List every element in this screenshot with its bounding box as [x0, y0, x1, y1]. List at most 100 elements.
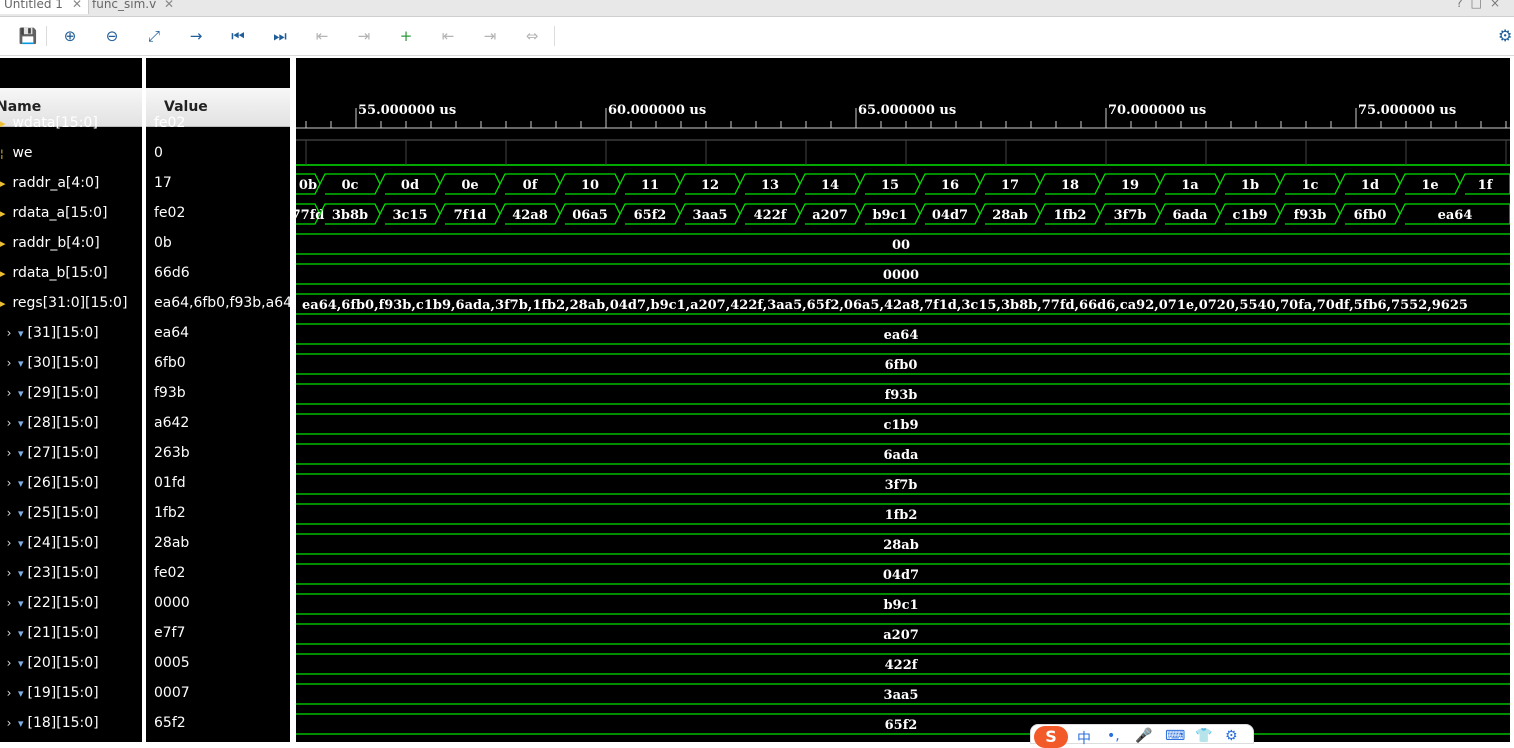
expand-chevron-icon[interactable]: › [0, 348, 18, 378]
bus-icon: ▾ [18, 657, 24, 670]
bus-signal-icon: ▸ [0, 237, 6, 250]
signal-name-row[interactable]: › ▾ [26][15:0] [0, 468, 99, 498]
bus-icon: ▾ [18, 717, 24, 730]
signal-value: 0 [154, 145, 163, 161]
signal-value: fe02 [154, 565, 186, 581]
expand-chevron-icon[interactable]: › [0, 498, 18, 528]
bus-value-label: 0e [461, 178, 478, 193]
close-icon[interactable]: ✕ [164, 0, 174, 14]
bus-icon: ▾ [18, 597, 24, 610]
bus-value-label: b9c1 [872, 208, 907, 223]
expand-chevron-icon[interactable]: › [0, 618, 18, 648]
cursor-icon[interactable]: → [186, 26, 206, 46]
signal-value: 66d6 [154, 265, 190, 281]
expand-chevron-icon[interactable]: › [0, 648, 18, 678]
expand-chevron-icon[interactable]: › [0, 438, 18, 468]
last-icon[interactable]: ⏭ [270, 26, 290, 46]
waveform-pane[interactable]: 55.000000 us 60.000000 us 65.000000 us 70.0… [296, 58, 1510, 742]
bus-value-label: 7f1d [454, 208, 487, 223]
bus-value-label: 6fb0 [1354, 208, 1387, 223]
bus-value-label: 422f [754, 208, 788, 223]
signal-name-row[interactable]: ▸ rdata_a[15:0] [0, 198, 107, 228]
prev-marker-icon[interactable]: ⇤ [438, 26, 458, 46]
signal-name-row[interactable]: › ▾ [21][15:0] [0, 618, 99, 648]
expand-chevron-icon[interactable]: › [0, 558, 18, 588]
bus-icon: ▾ [18, 357, 24, 370]
signal-name-row[interactable]: › ▾ [20][15:0] [0, 648, 99, 678]
signal-name-row[interactable]: › ▾ [25][15:0] [0, 498, 99, 528]
bus-value-label: 14 [821, 178, 839, 193]
signal-name-row[interactable]: › ▾ [30][15:0] [0, 348, 99, 378]
zoom-fit-icon[interactable]: ⤢ [144, 26, 164, 46]
expand-chevron-icon[interactable]: › [0, 588, 18, 618]
signal-name-row[interactable]: › ▾ [31][15:0] [0, 318, 99, 348]
expand-chevron-icon[interactable]: › [0, 678, 18, 708]
bus-icon: ▾ [18, 477, 24, 490]
signal-name-row[interactable]: › ▾ [18][15:0] [0, 708, 99, 738]
signal-name-row[interactable]: ▸ raddr_b[4:0] [0, 228, 100, 258]
signal-value: e7f7 [154, 625, 186, 641]
signal-name-row[interactable]: ▸ regs[31:0][15:0] [0, 288, 127, 318]
bus-value-label: 12 [701, 178, 719, 193]
signal-name-row[interactable]: › ▾ [22][15:0] [0, 588, 99, 618]
expand-chevron-icon[interactable]: › [0, 378, 18, 408]
ime-chinese-mode[interactable]: 中 [1077, 728, 1091, 748]
bus-value-label: 3b8b [332, 208, 368, 223]
save-icon[interactable]: 💾 [18, 26, 38, 46]
ruler-tick-label: 75.000000 us [1358, 103, 1456, 118]
close-window-icon[interactable]: × [1490, 0, 1508, 10]
scrollbar-track[interactable] [1510, 58, 1514, 742]
next-marker-icon[interactable]: ⇥ [480, 26, 500, 46]
signal-name-row[interactable]: › ▾ [28][15:0] [0, 408, 99, 438]
ruler-tick-label: 70.000000 us [1108, 103, 1206, 118]
expand-chevron-icon[interactable]: › [0, 318, 18, 348]
bus-value-label: ea64 [884, 328, 919, 343]
first-icon[interactable]: ⏮ [228, 26, 248, 46]
bus-value-label: 00 [892, 238, 910, 253]
signal-value: ea64 [154, 325, 190, 341]
signal-name-row[interactable]: › ▾ [24][15:0] [0, 528, 99, 558]
signal-name: [24][15:0] [27, 535, 99, 551]
signal-name-row[interactable]: ¦ we [0, 138, 33, 168]
expand-chevron-icon[interactable]: › [0, 708, 18, 738]
signal-name-row[interactable]: ▸ wdata[15:0] [0, 108, 98, 138]
bus-value-label: 1a [1181, 178, 1199, 193]
waveform-canvas[interactable]: 55.000000 us 60.000000 us 65.000000 us 70.0… [296, 58, 1510, 742]
bus-value-label: 1b [1241, 178, 1259, 193]
signal-name: we [12, 145, 33, 161]
signal-name: [20][15:0] [27, 655, 99, 671]
zoom-out-icon[interactable]: ⊖ [102, 26, 122, 46]
help-icon[interactable]: ? [1456, 0, 1470, 10]
ime-logo[interactable]: S [1034, 726, 1068, 748]
signal-name-row[interactable]: › ▾ [23][15:0] [0, 558, 99, 588]
close-icon[interactable]: ✕ [72, 0, 82, 14]
signal-name-row[interactable]: ▸ raddr_a[4:0] [0, 168, 99, 198]
signal-name-row[interactable]: › ▾ [29][15:0] [0, 378, 99, 408]
restore-icon[interactable]: □ [1471, 0, 1490, 10]
bus-value-label: 3aa5 [884, 688, 919, 703]
expand-chevron-icon[interactable]: › [0, 468, 18, 498]
tab-label: func_sim.v [92, 0, 157, 11]
next-transition-icon[interactable]: ⇥ [354, 26, 374, 46]
expand-chevron-icon[interactable]: › [0, 408, 18, 438]
swap-cursors-icon[interactable]: ⇔ [522, 26, 542, 46]
bus-value-label: 422f [885, 658, 919, 673]
add-marker-icon[interactable]: + [396, 26, 416, 46]
signal-name-row[interactable]: ▸ rdata_b[15:0] [0, 258, 108, 288]
signal-name: [28][15:0] [27, 415, 99, 431]
prev-transition-icon[interactable]: ⇤ [312, 26, 332, 46]
gear-icon[interactable]: ⚙ [1498, 26, 1514, 46]
bus-value-label: 65f2 [885, 718, 918, 733]
signal-name-row[interactable]: › ▾ [19][15:0] [0, 678, 99, 708]
ime-toolbar: S 中 •, 🎤 ⌨ 👕 ⚙ [1030, 724, 1254, 748]
regs-array-value: ea64,6fb0,f93b,c1b9,6ada,3f7b,1fb2,28ab,… [302, 298, 1468, 313]
signal-name: [29][15:0] [27, 385, 99, 401]
bus-icon: ▾ [18, 507, 24, 520]
signal-name-row[interactable]: › ▾ [27][15:0] [0, 438, 99, 468]
tab-untitled-1[interactable]: Untitled 1 ✕ [0, 0, 89, 14]
tab-func-sim[interactable]: func_sim.v ✕ [92, 0, 182, 14]
bus-value-label: 0f [523, 178, 539, 193]
zoom-in-icon[interactable]: ⊕ [60, 26, 80, 46]
bus-value-label: 1f [1478, 178, 1494, 193]
expand-chevron-icon[interactable]: › [0, 528, 18, 558]
